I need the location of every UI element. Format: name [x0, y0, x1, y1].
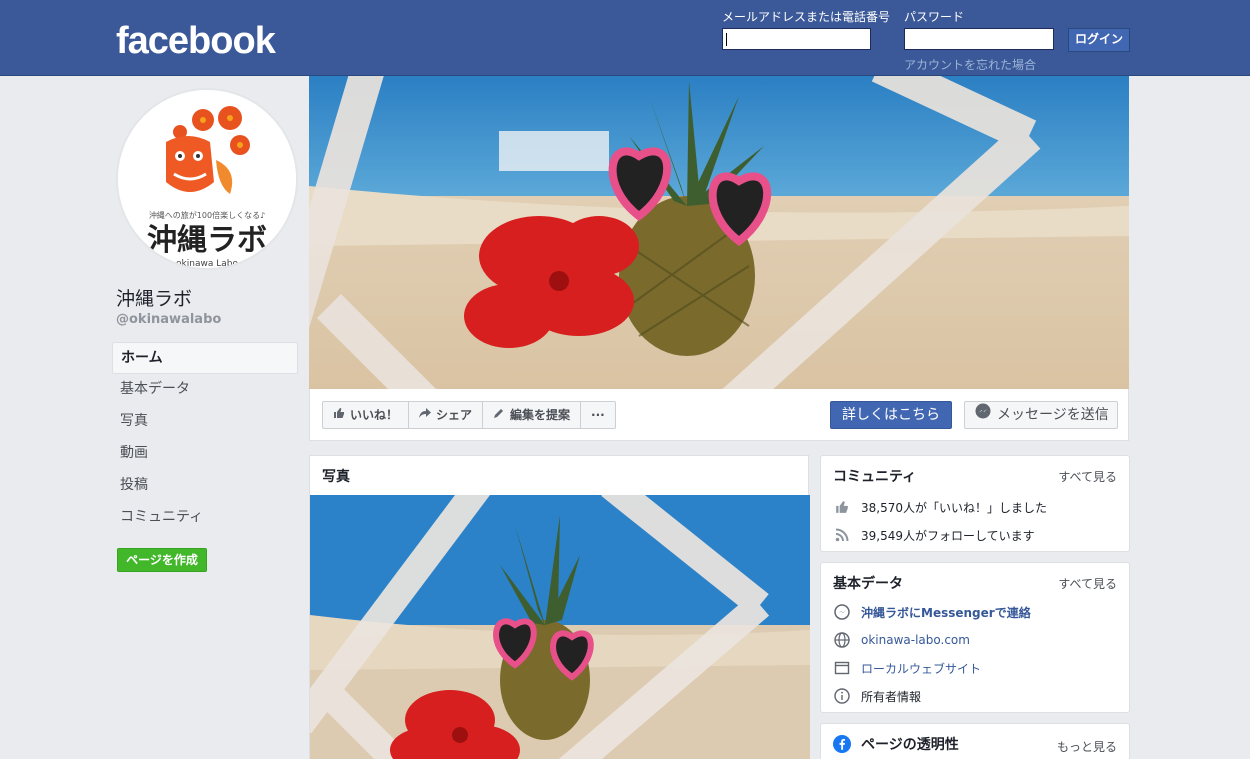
about-title[interactable]: 基本データ	[833, 573, 903, 593]
share-button[interactable]: シェア	[409, 402, 484, 428]
window-category-icon	[833, 659, 851, 677]
learn-more-button[interactable]: 詳しくはこちら	[830, 401, 952, 429]
community-follows-row: 39,549人がフォローしています	[833, 526, 1035, 544]
community-title[interactable]: コミュニティ	[833, 466, 916, 486]
password-input[interactable]	[904, 28, 1054, 50]
photo-image	[310, 495, 810, 759]
follows-count-text: 39,549人がフォローしています	[861, 528, 1035, 543]
page-avatar[interactable]: 沖縄への旅が100倍楽しくなる♪ 沖縄ラボ okinawa Labo	[116, 88, 298, 270]
community-card: コミュニティ すべて見る 38,570人が「いいね！」しました 39,549人が…	[820, 455, 1130, 552]
transparency-title[interactable]: ページの透明性	[861, 734, 959, 754]
about-messenger-row[interactable]: 沖縄ラボにMessengerで連絡	[833, 603, 1031, 621]
website-link[interactable]: okinawa-labo.com	[861, 633, 970, 647]
community-likes-row: 38,570人が「いいね！」しました	[833, 498, 1047, 516]
nav-about[interactable]: 基本データ	[112, 374, 298, 406]
forgot-account-link[interactable]: アカウントを忘れた場合	[904, 56, 1036, 73]
transparency-header: ページの透明性	[833, 734, 959, 754]
messenger-contact-link[interactable]: 沖縄ラボにMessengerで連絡	[861, 604, 1031, 621]
transparency-card: ページの透明性 もっと見る	[820, 723, 1130, 759]
about-owner-row[interactable]: 所有者情報	[833, 687, 921, 705]
nav-community[interactable]: コミュニティ	[112, 502, 298, 534]
pencil-icon	[493, 402, 505, 428]
email-label: メールアドレスまたは電話番号	[722, 10, 891, 24]
about-category-row[interactable]: ローカルウェブサイト	[833, 659, 981, 677]
photos-card: 写真	[309, 455, 810, 759]
about-website-row[interactable]: okinawa-labo.com	[833, 631, 970, 649]
nav-posts[interactable]: 投稿	[112, 470, 298, 502]
about-see-all-link[interactable]: すべて見る	[1058, 575, 1117, 592]
login-button[interactable]: ログイン	[1068, 28, 1130, 52]
photos-card-title[interactable]: 写真	[322, 466, 350, 486]
category-link[interactable]: ローカルウェブサイト	[861, 660, 981, 677]
rss-follow-icon	[833, 526, 851, 544]
facebook-logo[interactable]: facebook	[116, 20, 276, 63]
cover-photo[interactable]	[309, 76, 1129, 389]
thumbs-up-icon	[333, 402, 345, 428]
suggest-edit-button[interactable]: 編集を提案	[483, 402, 582, 428]
top-bar: facebook メールアドレスまたは電話番号 パスワード ログイン アカウント…	[0, 0, 1250, 76]
like-label: いいね！	[350, 408, 399, 422]
page-handle: @okinawalabo	[116, 312, 222, 327]
okinawa-labo-logo: 沖縄への旅が100倍楽しくなる♪ 沖縄ラボ okinawa Labo	[118, 90, 296, 268]
avatar-title: 沖縄ラボ	[147, 223, 267, 258]
text-caret	[726, 33, 727, 46]
thumbs-up-icon	[833, 498, 851, 516]
photo-thumbnail[interactable]	[310, 495, 810, 759]
transparency-see-more-link[interactable]: もっと見る	[1057, 738, 1117, 755]
messenger-icon	[975, 402, 991, 428]
more-options-button[interactable]: ···	[581, 402, 615, 428]
password-label: パスワード	[904, 10, 965, 24]
facebook-f-icon	[833, 735, 851, 753]
share-arrow-icon	[419, 402, 432, 428]
avatar-tagline: 沖縄への旅が100倍楽しくなる♪	[149, 210, 265, 220]
about-card: 基本データ すべて見る 沖縄ラボにMessengerで連絡 okinawa-la…	[820, 562, 1130, 713]
cover-image	[309, 76, 1129, 389]
info-icon	[833, 687, 851, 705]
suggest-edit-label: 編集を提案	[510, 408, 571, 422]
community-see-all-link[interactable]: すべて見る	[1058, 468, 1117, 485]
nav-photos[interactable]: 写真	[112, 406, 298, 438]
messenger-icon	[833, 603, 851, 621]
nav-videos[interactable]: 動画	[112, 438, 298, 470]
send-message-label: メッセージを送信	[997, 407, 1109, 423]
page-action-bar: いいね！ シェア 編集を提案 ··· 詳しくはこちら メッセージを送信	[309, 389, 1129, 441]
globe-icon	[833, 631, 851, 649]
nav-home[interactable]: ホーム	[112, 342, 298, 374]
send-message-button[interactable]: メッセージを送信	[964, 401, 1118, 429]
action-button-group: いいね！ シェア 編集を提案 ···	[322, 401, 616, 429]
like-button[interactable]: いいね！	[323, 402, 410, 428]
likes-count-text: 38,570人が「いいね！」しました	[861, 500, 1047, 515]
create-page-button[interactable]: ページを作成	[117, 548, 207, 572]
avatar-subtitle: okinawa Labo	[176, 259, 238, 268]
page-name[interactable]: 沖縄ラボ	[116, 284, 192, 311]
owner-info-link[interactable]: 所有者情報	[861, 688, 921, 705]
share-label: シェア	[436, 408, 473, 422]
email-input[interactable]	[722, 28, 871, 50]
page-nav: ホーム 基本データ 写真 動画 投稿 コミュニティ	[112, 342, 298, 534]
